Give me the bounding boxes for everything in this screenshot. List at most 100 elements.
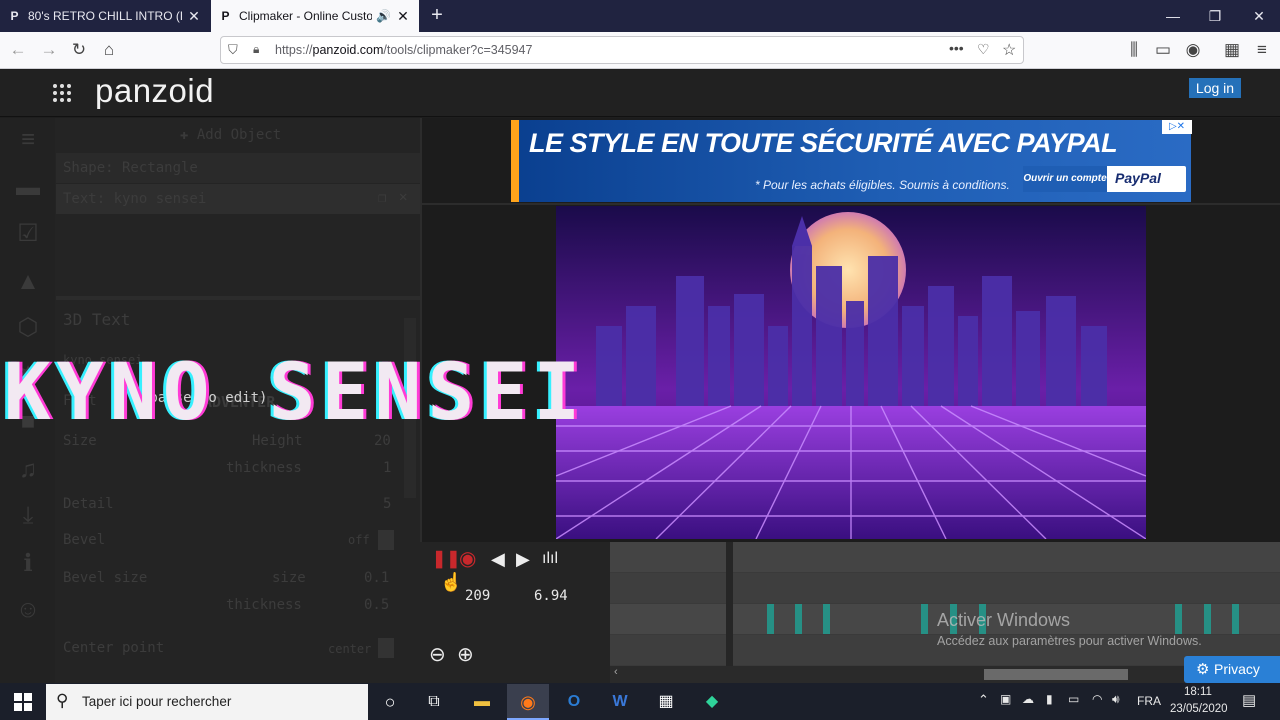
image-icon[interactable]: ▲ (14, 268, 42, 296)
delete-icon[interactable]: ✕ (399, 189, 407, 205)
previous-icon[interactable]: ◀ (491, 548, 505, 570)
home-icon[interactable]: ⌂ (97, 38, 121, 62)
music-icon[interactable]: ♫ (14, 456, 42, 484)
extensions-icon[interactable]: ▦ (1220, 38, 1244, 62)
center-point-dropdown-toggle[interactable] (378, 638, 394, 658)
close-window-button[interactable]: ✕ (1236, 0, 1280, 32)
tray-chevron-icon[interactable]: ⌃ (978, 692, 989, 708)
waveform-icon[interactable]: ılıl (542, 548, 558, 570)
keyframe-marker[interactable] (1204, 604, 1211, 634)
paypal-ad-banner[interactable]: LE STYLE EN TOUTE SÉCURITÉ AVEC PAYPAL *… (511, 120, 1191, 202)
shield-icon[interactable]: ⛉ (228, 42, 238, 58)
wifi-icon[interactable]: ◠ (1092, 692, 1102, 706)
url-bar[interactable]: ⛉ 🔒︎ https://panzoid.com/tools/clipmaker… (220, 36, 1024, 64)
bevel-label: Bevel (63, 532, 106, 548)
reload-icon[interactable]: ↻ (67, 38, 91, 62)
notifications-icon[interactable]: ▤ (1242, 691, 1256, 709)
file-explorer-icon[interactable]: ▬ (468, 688, 496, 716)
firefox-icon[interactable]: ◉ (514, 688, 542, 716)
menu-icon[interactable]: ≡ (1250, 38, 1274, 62)
close-tab-icon[interactable]: ✕ (186, 8, 202, 25)
ad-cta-button[interactable]: Ouvrir un compte PayPal (1023, 166, 1186, 192)
detail-value[interactable]: 5 (383, 496, 391, 512)
thickness-value[interactable]: 1 (383, 460, 391, 476)
cortana-icon[interactable]: ○ (376, 688, 404, 716)
bevel-dropdown-toggle[interactable] (378, 530, 394, 550)
hamburger-icon[interactable]: ≡ (14, 126, 42, 154)
speaker-icon[interactable]: 🔊 (376, 9, 391, 23)
object-list-item-selected[interactable]: Text: kyno sensei ❐ ✕ (56, 184, 420, 214)
maximize-button[interactable]: ❐ (1192, 0, 1238, 32)
download-icon[interactable]: ⤓ (14, 502, 42, 530)
timeline-scrollbar[interactable]: ‹ (610, 666, 1280, 683)
keyframe-marker[interactable] (1232, 604, 1239, 634)
lock-icon[interactable]: 🔒︎ (253, 42, 259, 57)
word-icon[interactable]: W (606, 688, 634, 716)
next-icon[interactable]: ▶ (516, 548, 530, 570)
tab-retro-intro[interactable]: P 80's RETRO CHILL INTRO (FREE ✕ (0, 0, 210, 32)
volume-icon[interactable]: 🔊︎ (1112, 692, 1120, 707)
video-preview (556, 206, 1146, 539)
folder-icon[interactable]: ▬ (14, 174, 42, 202)
new-tab-button[interactable]: + (425, 4, 449, 28)
login-button[interactable]: Log in (1189, 78, 1241, 98)
checkbox-icon[interactable]: ☑ (14, 220, 42, 248)
battery-icon[interactable]: ▭ (1068, 692, 1079, 706)
scrollbar-thumb[interactable] (984, 669, 1128, 680)
timeline-track[interactable] (610, 573, 1280, 603)
keyframe-marker[interactable] (921, 604, 928, 634)
scroll-left-icon[interactable]: ‹ (614, 666, 618, 678)
sidebar-icon[interactable]: ▭ (1151, 38, 1175, 62)
windows-start-icon[interactable] (14, 693, 32, 711)
microphone-icon[interactable]: ▮ (1046, 692, 1053, 706)
app-icon[interactable]: ◆ (698, 688, 726, 716)
keyframe-marker[interactable] (767, 604, 774, 634)
copy-icon[interactable]: ❐ (378, 190, 386, 206)
eye-icon[interactable]: ◉ (459, 548, 476, 570)
language-indicator[interactable]: FRA (1137, 694, 1161, 708)
outlook-icon[interactable]: O (560, 688, 588, 716)
add-object-button[interactable]: ✚ Add Object (180, 127, 281, 143)
paypal-logo: PayPal (1115, 170, 1161, 186)
zoom-out-icon[interactable]: ⊖ (429, 644, 446, 666)
back-icon[interactable]: ← (6, 38, 30, 62)
keyframe-marker[interactable] (795, 604, 802, 634)
forward-icon[interactable]: → (37, 38, 61, 62)
object-list-item[interactable]: Shape: Rectangle (56, 153, 420, 183)
bevel-value[interactable]: off (348, 533, 370, 547)
center-point-value[interactable]: center (328, 642, 371, 656)
pocket-icon[interactable]: ♡ (977, 41, 990, 58)
page-actions-icon[interactable]: ••• (949, 40, 964, 56)
bookmark-star-icon[interactable]: ☆ (1002, 40, 1016, 60)
panzoid-logo[interactable]: panzoid (95, 72, 214, 110)
tray-app-icon[interactable]: ▣ (1000, 692, 1011, 706)
task-view-icon[interactable]: ⧉ (420, 688, 448, 716)
pause-icon[interactable]: ❚❚ (432, 548, 461, 570)
privacy-label: Privacy (1214, 661, 1260, 677)
bevel-size-sub-label: size (272, 570, 306, 586)
adchoices-icon[interactable]: ▷✕ (1162, 120, 1192, 134)
keyframe-marker[interactable] (1175, 604, 1182, 634)
keyframe-marker[interactable] (823, 604, 830, 634)
library-icon[interactable]: ⫼ (1122, 38, 1146, 62)
tab-clipmaker[interactable]: P Clipmaker - Online Custom 🔊 ✕ (211, 0, 419, 32)
privacy-button[interactable]: ⚙ Privacy (1184, 656, 1280, 683)
zoom-in-icon[interactable]: ⊕ (457, 644, 474, 666)
calculator-icon[interactable]: ▦ (652, 688, 680, 716)
minimize-button[interactable]: — (1150, 0, 1196, 32)
apps-grid-icon[interactable] (52, 83, 72, 103)
info-icon[interactable]: ℹ (14, 550, 42, 578)
cube-icon[interactable]: ⬡ (14, 314, 42, 342)
close-tab-icon[interactable]: ✕ (395, 8, 411, 25)
bevel-thickness-value[interactable]: 0.5 (364, 597, 389, 613)
clock-date[interactable]: 23/05/2020 (1170, 703, 1228, 715)
clock-time[interactable]: 18:11 (1184, 686, 1212, 698)
bevel-size-value[interactable]: 0.1 (364, 570, 389, 586)
smiley-icon[interactable]: ☺ (14, 596, 42, 624)
account-icon[interactable]: ◉ (1181, 38, 1205, 62)
playhead[interactable] (726, 542, 733, 666)
taskbar-search-box[interactable]: ⚲ Taper ici pour rechercher (46, 684, 368, 720)
timeline-track[interactable] (610, 542, 1280, 572)
retro-city-scene (556, 206, 1146, 539)
onedrive-icon[interactable]: ☁ (1022, 692, 1034, 706)
